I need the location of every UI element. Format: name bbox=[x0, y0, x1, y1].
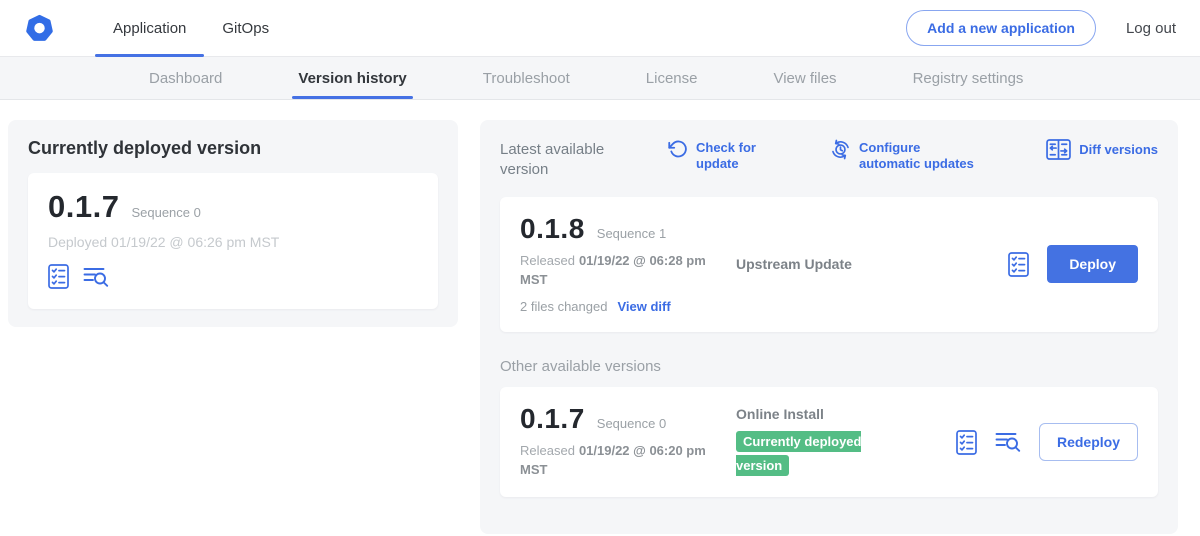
available-panel-header: Latest available version Check for updat… bbox=[500, 140, 1158, 179]
clock-refresh-icon bbox=[830, 139, 851, 160]
table-diff-icon bbox=[1046, 139, 1071, 160]
topnav-right: Add a new application Log out bbox=[906, 0, 1176, 56]
deploy-logs-icon[interactable] bbox=[83, 265, 109, 289]
other-source-label: Online Install bbox=[736, 406, 956, 422]
version-config-checklist-icon[interactable] bbox=[48, 264, 69, 289]
version-config-checklist-icon[interactable] bbox=[956, 430, 977, 455]
other-version-row: 0.1.7 Sequence 0 bbox=[520, 405, 732, 433]
deployed-timestamp: Deployed 01/19/22 @ 06:26 pm MST bbox=[48, 234, 418, 250]
latest-released-timestamp: Released01/19/22 @ 06:28 pm MST bbox=[520, 252, 720, 290]
latest-version-card: 0.1.8 Sequence 1 Released01/19/22 @ 06:2… bbox=[500, 197, 1158, 332]
configure-automatic-updates-link[interactable]: Configure automatic updates bbox=[830, 140, 983, 173]
topnav-tabs: Application GitOps bbox=[95, 0, 287, 56]
diff-versions-label: Diff versions bbox=[1079, 142, 1158, 158]
latest-version-info: 0.1.8 Sequence 1 Released01/19/22 @ 06:2… bbox=[520, 215, 732, 314]
main-content: Currently deployed version 0.1.7 Sequenc… bbox=[0, 100, 1200, 534]
other-version-number: 0.1.7 bbox=[520, 405, 585, 433]
other-version-card: 0.1.7 Sequence 0 Released01/19/22 @ 06:2… bbox=[500, 387, 1158, 498]
kots-logo-icon[interactable] bbox=[24, 13, 55, 44]
other-available-versions-title: Other available versions bbox=[500, 358, 1158, 375]
version-config-checklist-icon[interactable] bbox=[1008, 252, 1029, 277]
latest-sequence-label: Sequence 1 bbox=[597, 226, 666, 241]
logout-link[interactable]: Log out bbox=[1126, 20, 1176, 37]
subnav-item-troubleshoot[interactable]: Troubleshoot bbox=[477, 57, 576, 99]
diff-versions-link[interactable]: Diff versions bbox=[1046, 140, 1158, 160]
subnav-item-view-files[interactable]: View files bbox=[767, 57, 842, 99]
other-sequence-label: Sequence 0 bbox=[597, 416, 666, 431]
tab-application[interactable]: Application bbox=[95, 0, 204, 56]
other-released-timestamp: Released01/19/22 @ 06:20 pm MST bbox=[520, 442, 720, 480]
subnav-item-dashboard[interactable]: Dashboard bbox=[143, 57, 228, 99]
currently-deployed-badge: Currently deployed version bbox=[736, 431, 861, 476]
tab-gitops[interactable]: GitOps bbox=[204, 0, 287, 56]
redeploy-button[interactable]: Redeploy bbox=[1039, 423, 1138, 461]
add-application-button[interactable]: Add a new application bbox=[906, 10, 1096, 46]
view-diff-link[interactable]: View diff bbox=[617, 299, 670, 314]
deployed-version-number: 0.1.7 bbox=[48, 191, 119, 222]
currently-deployed-title: Currently deployed version bbox=[28, 138, 438, 159]
top-navbar: Application GitOps Add a new application… bbox=[0, 0, 1200, 57]
configure-automatic-updates-label: Configure automatic updates bbox=[859, 140, 983, 173]
refresh-icon bbox=[668, 139, 688, 159]
deployed-card-actions bbox=[48, 264, 418, 289]
deployed-version-card: 0.1.7 Sequence 0 Deployed 01/19/22 @ 06:… bbox=[28, 173, 438, 309]
subnav-item-license[interactable]: License bbox=[640, 57, 704, 99]
latest-version-source: Upstream Update bbox=[732, 256, 1008, 272]
check-for-update-link[interactable]: Check for update bbox=[668, 140, 762, 173]
latest-version-row: 0.1.8 Sequence 1 bbox=[520, 215, 732, 243]
latest-version-number: 0.1.8 bbox=[520, 215, 585, 243]
check-for-update-label: Check for update bbox=[696, 140, 762, 173]
files-changed-label: 2 files changed bbox=[520, 299, 607, 314]
latest-version-actions: Deploy bbox=[1008, 245, 1138, 283]
deployed-badge-wrap: Currently deployed version bbox=[736, 430, 884, 478]
deployed-version-row: 0.1.7 Sequence 0 bbox=[48, 191, 418, 222]
deployed-sequence-label: Sequence 0 bbox=[131, 205, 200, 220]
available-versions-panel: Latest available version Check for updat… bbox=[480, 120, 1178, 534]
subnav-item-registry-settings[interactable]: Registry settings bbox=[907, 57, 1030, 99]
latest-available-title: Latest available version bbox=[500, 140, 632, 179]
other-version-actions: Redeploy bbox=[956, 423, 1138, 461]
tab-application-label: Application bbox=[113, 20, 186, 37]
subnav-item-version-history[interactable]: Version history bbox=[292, 57, 412, 99]
other-version-source: Online Install Currently deployed versio… bbox=[732, 406, 956, 478]
app-subnav: Dashboard Version history Troubleshoot L… bbox=[0, 57, 1200, 100]
tab-gitops-label: GitOps bbox=[222, 20, 269, 37]
latest-files-changed-row: 2 files changed View diff bbox=[520, 299, 732, 314]
currently-deployed-panel: Currently deployed version 0.1.7 Sequenc… bbox=[8, 120, 458, 327]
deploy-logs-icon[interactable] bbox=[995, 430, 1021, 454]
latest-source-label: Upstream Update bbox=[736, 256, 1008, 272]
deploy-button[interactable]: Deploy bbox=[1047, 245, 1138, 283]
other-version-info: 0.1.7 Sequence 0 Released01/19/22 @ 06:2… bbox=[520, 405, 732, 480]
